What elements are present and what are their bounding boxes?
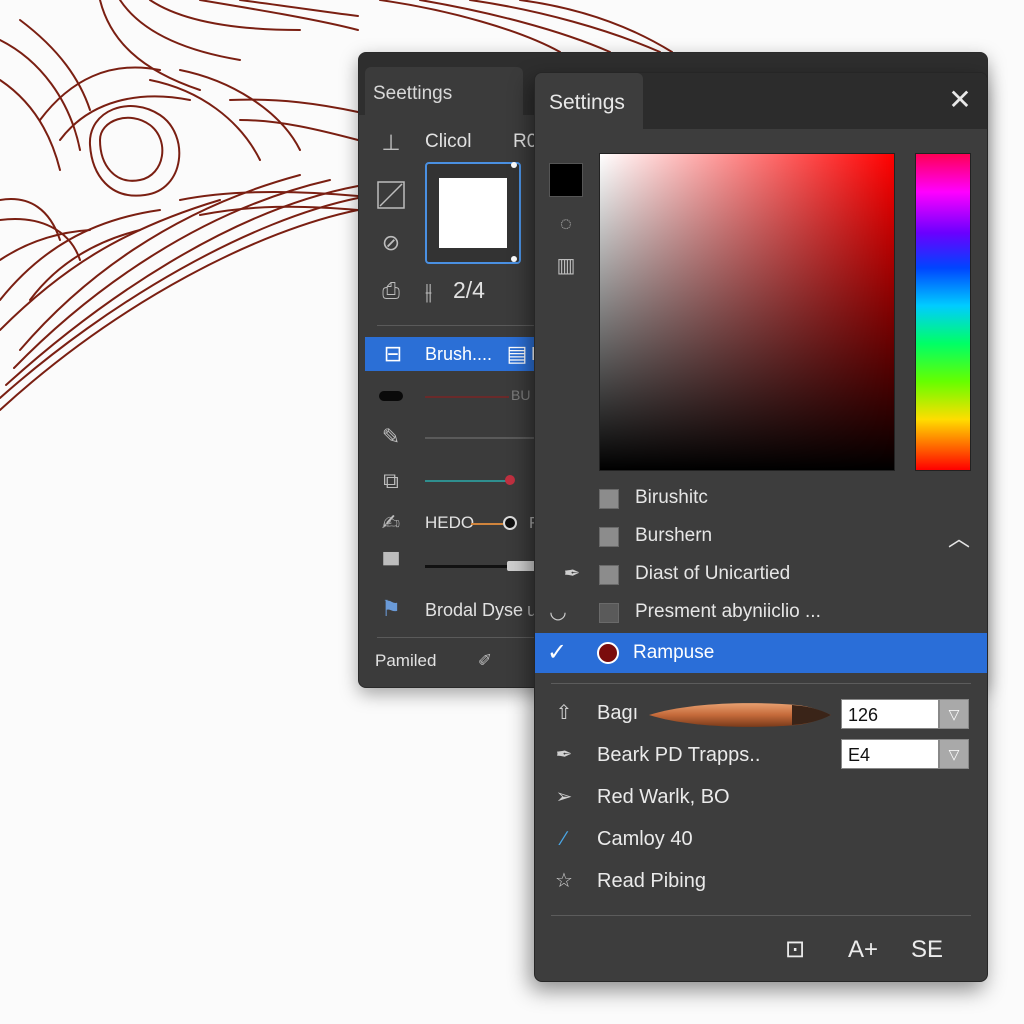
property-label: Red Warlk, BO [597, 786, 730, 808]
property-label: Bagı [597, 702, 639, 724]
book-icon[interactable]: ▥ [551, 251, 581, 281]
se-button[interactable]: SE [909, 933, 945, 967]
property-label: Camloy 40 [597, 828, 693, 850]
row-line1-label: BU [511, 387, 531, 403]
opacity-input[interactable]: E4 [841, 739, 939, 769]
color-swatch-fill [439, 178, 507, 248]
arrow-up-outline-icon: ⇧ [555, 702, 573, 724]
pen-icon[interactable]: ✎ [377, 423, 405, 451]
list-item-checkbox[interactable] [599, 565, 619, 585]
panel-toggle-button[interactable]: ⊡ [777, 933, 813, 967]
stroke-end-dot [505, 475, 515, 485]
selected-brush-label: Brush.... [425, 344, 493, 364]
row-label-hedo: HEDO [425, 513, 475, 532]
property-row[interactable]: ☆ Read Pibing [535, 861, 987, 901]
list-item-checkbox[interactable] [599, 489, 619, 509]
grid-icon: ▤ [506, 341, 528, 366]
color-swatch[interactable] [425, 162, 521, 264]
tab-settings-back[interactable]: Seettings [365, 67, 523, 117]
monitor-icon: ⊟ [383, 341, 403, 366]
checkmark-icon: ✓ [547, 639, 568, 666]
chevron-down-icon[interactable]: ▽ [939, 699, 969, 729]
back-divider [377, 325, 547, 326]
camera-icon[interactable]: ⎙ [377, 277, 405, 305]
stroke-preview-line [425, 437, 535, 439]
back-footer-label: Pamiled [375, 651, 437, 670]
list-item[interactable]: ✒ Diast of Unicartied [535, 555, 987, 593]
pen-nib-icon: ✒ [555, 744, 573, 766]
size-input[interactable]: 126 [841, 699, 939, 729]
list-item[interactable]: Birushitc [535, 479, 987, 517]
chevron-down-icon[interactable]: ▽ [939, 739, 969, 769]
front-tab-bar: Settings ✕ [535, 73, 987, 129]
stroke-preview-line [425, 480, 509, 482]
list-item-label: Birushitc [635, 487, 708, 508]
no-color-icon[interactable]: ⊘ [377, 229, 405, 257]
page-indicator: 2/4 [453, 277, 485, 303]
brush-hand-icon[interactable]: ✍ [377, 509, 405, 537]
list-item[interactable]: ◡ Presment abyniiclio ... [535, 593, 987, 631]
property-label: Read Pibing [597, 870, 706, 892]
stroke-preview-line [425, 396, 509, 398]
stroke-slider-handle[interactable] [507, 561, 537, 571]
align-icon[interactable]: ⊥ [377, 129, 405, 157]
saturation-value-picker[interactable] [599, 153, 895, 471]
color-dot-swatch [597, 642, 619, 664]
value-gradient [600, 154, 894, 470]
curve-icon[interactable]: ◡ [543, 597, 573, 627]
tab-settings-label: Settings [549, 91, 625, 114]
front-divider [551, 915, 971, 916]
property-label: Beark PD Trapps.. [597, 744, 761, 766]
font-size-button[interactable]: A+ [843, 933, 883, 967]
swatch-handle [511, 256, 517, 262]
selected-list-item-label: Rampuse [633, 642, 715, 663]
blue-pen-icon: ∕ [562, 828, 566, 850]
star-outline-icon: ☆ [555, 870, 573, 892]
back-divider [377, 637, 537, 638]
stroke-end-knob[interactable] [503, 516, 517, 530]
list-item-label: Diast of Unicartied [635, 563, 791, 584]
hue-slider[interactable] [915, 153, 971, 471]
row-label-brodal: Brodal Dyse [425, 600, 524, 620]
close-icon[interactable]: ✕ [945, 85, 975, 115]
size-input-value: 126 [848, 705, 879, 725]
stroke-preview-line [471, 523, 503, 525]
brush-pencil-icon[interactable]: ✐ [471, 647, 499, 675]
stepper-icon[interactable]: ⫲ [425, 279, 432, 305]
list-item[interactable]: Burshern [535, 517, 987, 555]
diagonal-line-icon[interactable] [377, 181, 405, 209]
list-item-checkbox[interactable] [599, 603, 619, 623]
property-row[interactable]: ∕ Camloy 40 [535, 819, 987, 859]
swatch-handle [511, 162, 517, 168]
brush-tip-icon [379, 391, 403, 401]
list-item-label: Presment abyniiclio ... [635, 601, 821, 622]
eyedropper-icon[interactable]: ✒ [557, 559, 587, 589]
list-item-checkbox[interactable] [599, 527, 619, 547]
front-settings-panel: Settings ✕ ◌ ▥ Birushitc Burshern ︿ ✒ Di… [534, 72, 988, 982]
chevron-up-icon[interactable]: ︿ [945, 525, 973, 553]
front-divider [551, 683, 971, 684]
color-label: Clicol [425, 131, 472, 152]
list-item-label: Burshern [635, 525, 713, 546]
flag-icon[interactable]: ⚑ [377, 595, 405, 623]
stamp-icon[interactable]: ▀ [377, 551, 405, 579]
property-row[interactable]: ➢ Red Warlk, BO [535, 777, 987, 817]
selected-list-item[interactable]: ✓ Rampuse [535, 633, 987, 673]
brush-stroke-preview [649, 703, 831, 727]
foreground-color-swatch[interactable] [549, 163, 583, 197]
tab-settings[interactable]: Settings [535, 73, 643, 129]
opacity-input-value: E4 [848, 745, 871, 765]
rotate-dashed-icon[interactable]: ◌ [551, 209, 581, 239]
tab-settings-back-label: Seettings [373, 83, 453, 104]
paper-plane-icon: ➢ [555, 786, 573, 808]
layers-icon[interactable]: ⧉ [377, 467, 405, 495]
